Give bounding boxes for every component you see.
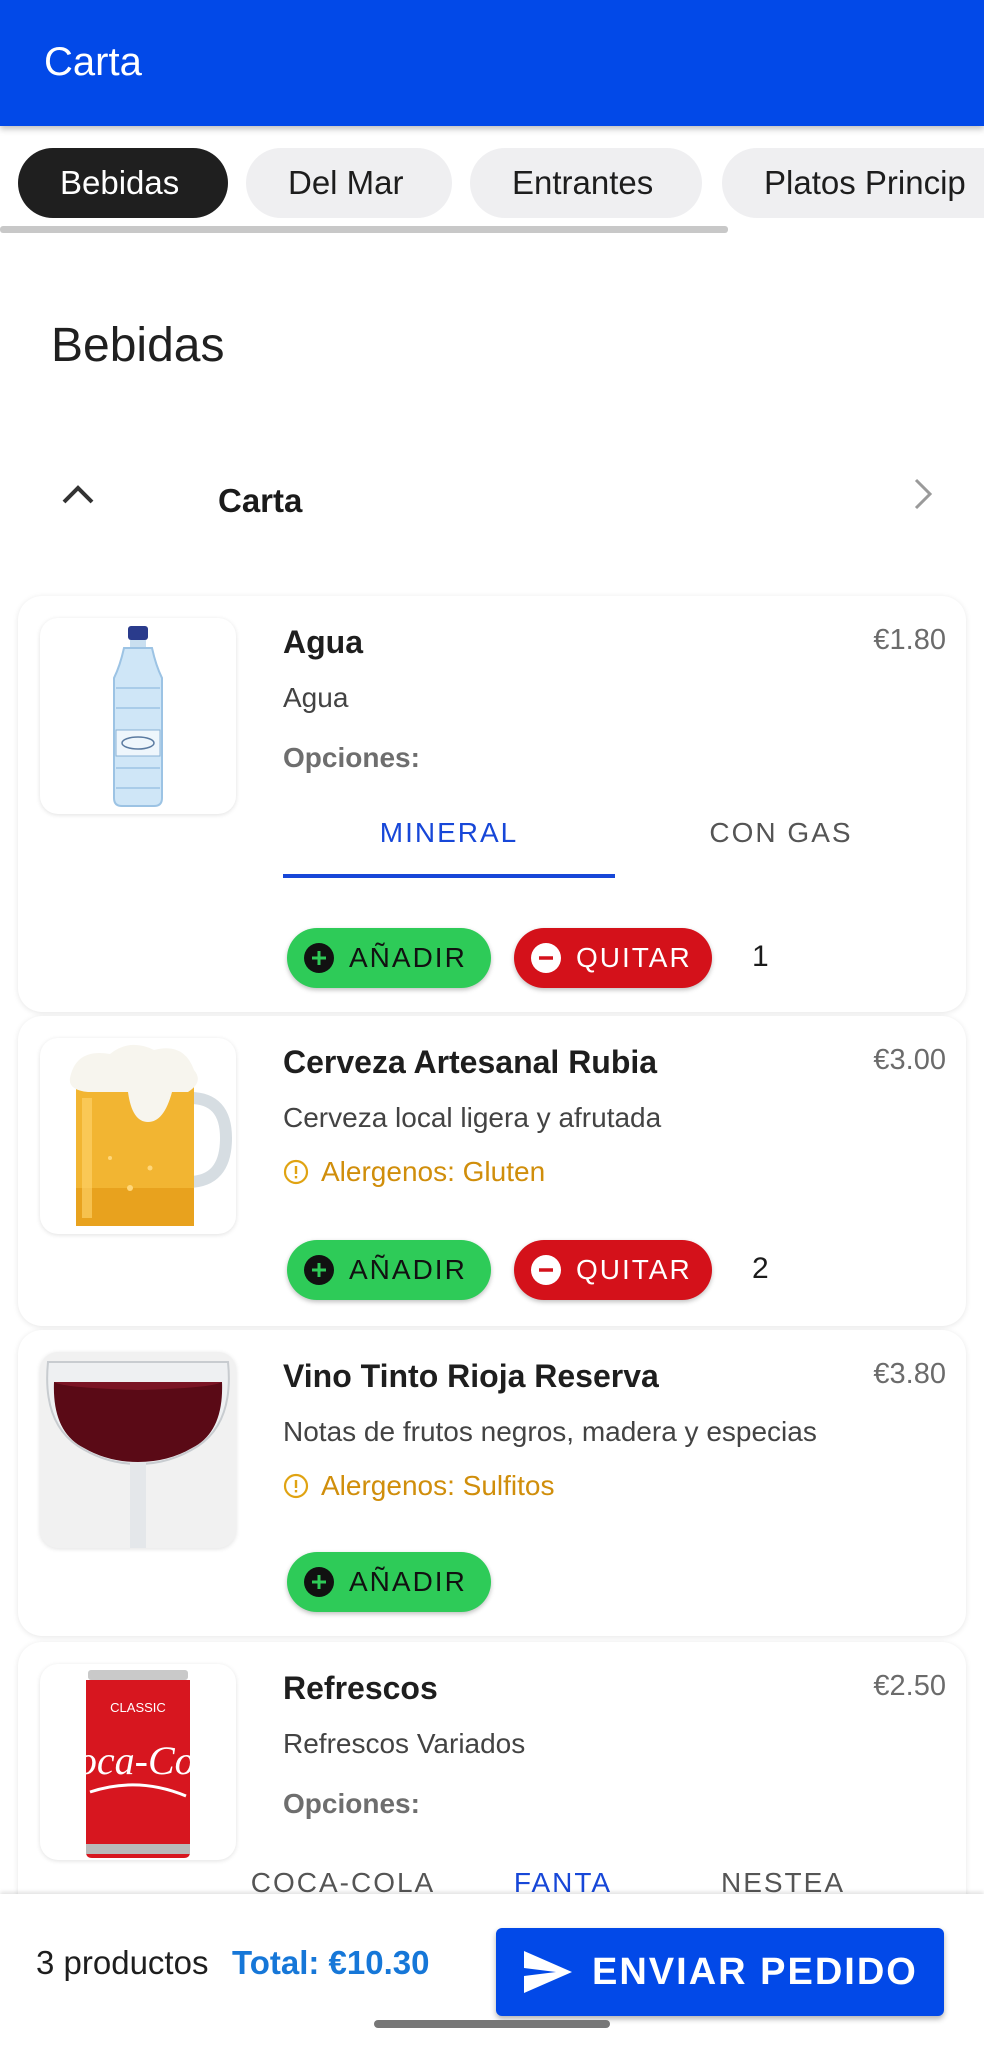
can-brand-text: Coca-Cola — [50, 1738, 226, 1783]
category-chip-bebidas[interactable]: Bebidas — [18, 148, 228, 218]
product-name: Cerveza Artesanal Rubia — [283, 1044, 658, 1080]
options-label: Opciones: — [283, 742, 420, 773]
app-bar-title: Carta — [44, 40, 142, 84]
option-tab-indicator — [283, 874, 615, 878]
plus-circle-icon — [304, 1567, 334, 1597]
category-chip-del-mar[interactable]: Del Mar — [246, 148, 452, 218]
category-scrollbar[interactable] — [0, 226, 728, 233]
product-card-cerveza: Cerveza Artesanal Rubia €3.00 Cerveza lo… — [18, 1016, 966, 1326]
add-button[interactable]: AÑADIR — [287, 928, 491, 988]
send-order-button[interactable]: ENVIAR PEDIDO — [496, 1928, 944, 2016]
product-card-vino: Vino Tinto Rioja Reserva €3.80 Notas de … — [18, 1330, 966, 1636]
allergen-text: Alergenos: Gluten — [321, 1156, 546, 1187]
product-price: €2.50 — [873, 1670, 946, 1702]
quantity-value: 2 — [752, 1252, 769, 1285]
add-button-label: AÑADIR — [349, 1566, 467, 1597]
warning-icon — [283, 1473, 309, 1499]
option-tab-con-gas[interactable]: CON GAS — [615, 788, 947, 878]
category-chip-entrantes[interactable]: Entrantes — [470, 148, 702, 218]
add-button[interactable]: AÑADIR — [287, 1240, 491, 1300]
product-image-soda-can: CLASSIC Coca-Cola — [40, 1664, 236, 1860]
allergen-notice: Alergenos: Gluten — [283, 1156, 545, 1188]
remove-button-label: QUITAR — [576, 942, 692, 973]
app-bar: Carta — [0, 0, 984, 126]
allergen-text: Alergenos: Sulfitos — [321, 1470, 555, 1501]
add-button-label: AÑADIR — [349, 942, 467, 973]
minus-circle-icon — [531, 943, 561, 973]
product-count: 3 productos — [36, 1944, 209, 1981]
allergen-notice: Alergenos: Sulfitos — [283, 1470, 554, 1502]
plus-circle-icon — [304, 1255, 334, 1285]
plus-circle-icon — [304, 943, 334, 973]
remove-button-label: QUITAR — [576, 1254, 692, 1285]
product-description: Cerveza local ligera y afrutada — [283, 1102, 662, 1133]
product-image-beer-mug — [40, 1038, 236, 1234]
carta-collapse-row[interactable]: Carta — [0, 460, 984, 540]
product-description: Agua — [283, 682, 349, 713]
add-button-label: AÑADIR — [349, 1254, 467, 1285]
add-button[interactable]: AÑADIR — [287, 1552, 491, 1612]
can-top-text: CLASSIC — [110, 1700, 166, 1715]
category-tabs[interactable]: Bebidas Del Mar Entrantes Platos Princip — [0, 126, 984, 238]
carta-label: Carta — [218, 482, 303, 519]
chevron-up-icon[interactable] — [58, 474, 98, 514]
section-title: Bebidas — [51, 319, 225, 372]
product-price: €3.80 — [873, 1358, 946, 1390]
options-label: Opciones: — [283, 1788, 420, 1819]
send-order-label: ENVIAR PEDIDO — [592, 1950, 918, 1993]
option-tab-mineral[interactable]: MINERAL — [283, 788, 615, 878]
product-card-agua: Agua €1.80 Agua Opciones: MINERAL CON GA… — [18, 596, 966, 1012]
chevron-right-icon[interactable] — [908, 474, 938, 514]
home-indicator[interactable] — [374, 2020, 610, 2028]
product-description: Refrescos Variados — [283, 1728, 526, 1759]
product-price: €3.00 — [873, 1044, 946, 1076]
product-price: €1.80 — [873, 624, 946, 656]
order-total: Total: €10.30 — [232, 1944, 430, 1981]
product-description: Notas de frutos negros, madera y especia… — [283, 1416, 817, 1447]
minus-circle-icon — [531, 1255, 561, 1285]
remove-button[interactable]: QUITAR — [514, 928, 712, 988]
product-name: Refrescos — [283, 1670, 438, 1706]
option-tabs[interactable]: MINERAL CON GAS — [283, 788, 948, 878]
remove-button[interactable]: QUITAR — [514, 1240, 712, 1300]
quantity-value: 1 — [752, 940, 769, 973]
category-chip-platos-principales[interactable]: Platos Princip — [722, 148, 984, 218]
product-name: Vino Tinto Rioja Reserva — [283, 1358, 659, 1394]
order-summary-bar: 3 productos Total: €10.30 ENVIAR PEDIDO — [0, 1894, 984, 2048]
product-name: Agua — [283, 624, 363, 660]
warning-icon — [283, 1159, 309, 1185]
product-image-water-bottle — [40, 618, 236, 814]
product-image-wine-glass — [40, 1352, 236, 1548]
send-icon — [524, 1951, 572, 1993]
app-root: Carta Bebidas Del Mar Entrantes Platos P… — [0, 0, 984, 2048]
